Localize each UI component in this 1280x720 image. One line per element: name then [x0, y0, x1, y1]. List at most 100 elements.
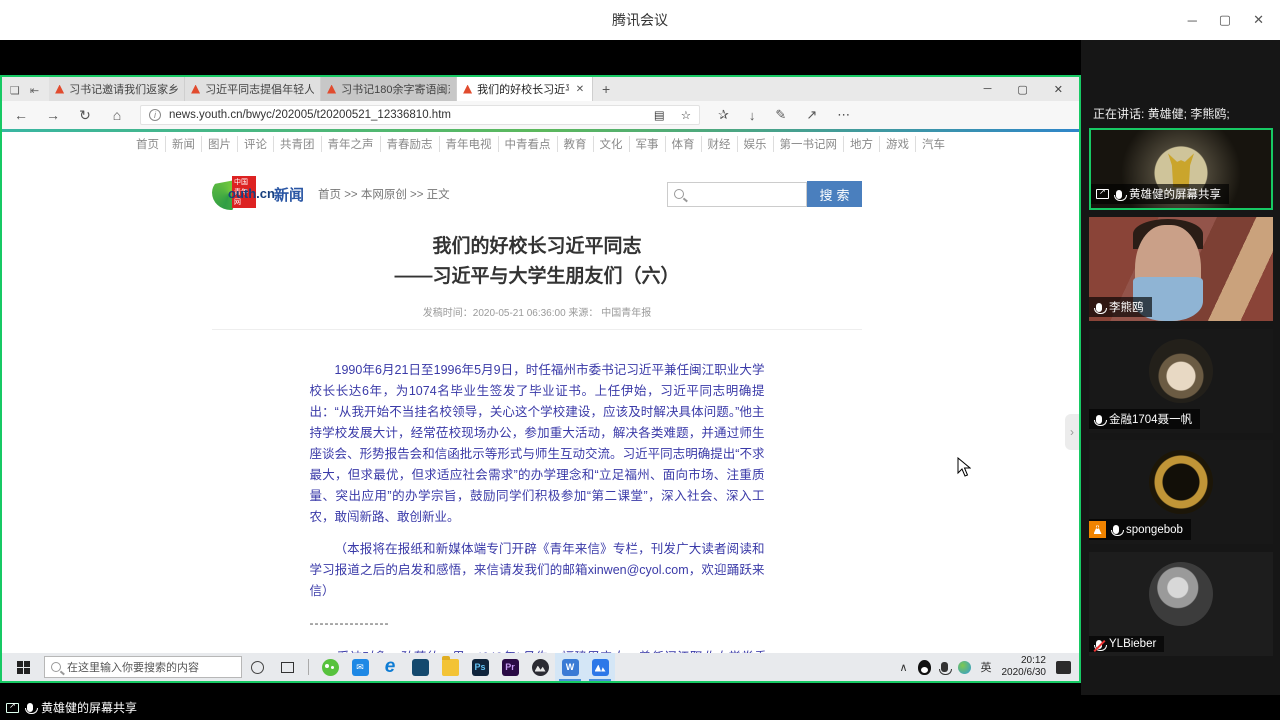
- favorite-star-icon[interactable]: ☆: [681, 108, 691, 122]
- nav-item[interactable]: 第一书记网: [773, 136, 844, 152]
- windows-logo-icon: [17, 661, 30, 674]
- premiere-app[interactable]: Pr: [495, 653, 525, 681]
- meeting-window-controls: ─ ▢ ✕: [1188, 0, 1272, 40]
- reading-mode-icon[interactable]: ▤: [654, 108, 665, 122]
- nav-item[interactable]: 文化: [593, 136, 629, 152]
- nav-item[interactable]: 娱乐: [737, 136, 773, 152]
- mic-icon: [1113, 525, 1119, 534]
- participant-label: 金融1704聂一帆: [1089, 409, 1200, 429]
- webpage: 首页 新闻 图片 评论 共青团 青年之声 青春励志 青年电视 中青看点 教育 文…: [2, 129, 1079, 657]
- youthcn-logo[interactable]: 中国青年网 outh.cn: [212, 176, 256, 212]
- qq-icon[interactable]: [918, 660, 931, 675]
- minimize-icon[interactable]: ─: [1188, 13, 1197, 28]
- cortana-button[interactable]: [242, 653, 272, 681]
- nav-item[interactable]: 新闻: [165, 136, 201, 152]
- new-tab-button[interactable]: +: [593, 77, 619, 101]
- set-aside-tabs-icon[interactable]: ❏: [10, 84, 20, 97]
- participant-tile[interactable]: spongebob: [1089, 440, 1273, 544]
- more-options-icon[interactable]: ⋯: [837, 107, 850, 123]
- nav-item[interactable]: 图片: [201, 136, 237, 152]
- tab-favicon: [55, 85, 64, 94]
- browser-tab-2[interactable]: 习近平同志提倡年轻人要"自: [185, 77, 321, 101]
- home-icon[interactable]: ⌂: [108, 107, 126, 123]
- speaking-banner: 正在讲话: 黄雄健; 李熊鸥;: [1093, 105, 1230, 122]
- edge-icon: e: [385, 656, 396, 678]
- article-meta: 发稿时间：2020-05-21 06:36:00 来源： 中国青年报: [212, 304, 862, 330]
- taskbar-search-input[interactable]: 在这里输入你要搜索的内容: [44, 656, 242, 678]
- file-explorer-app[interactable]: [435, 653, 465, 681]
- nav-item[interactable]: 军事: [629, 136, 665, 152]
- browser-minimize-icon[interactable]: ─: [984, 83, 992, 95]
- search-button[interactable]: 搜索: [807, 181, 862, 207]
- search-icon: [674, 189, 684, 199]
- browser-tab-1[interactable]: 习书记邀请我们返家乡搞农: [49, 77, 185, 101]
- w-doc-app[interactable]: W: [555, 653, 585, 681]
- share-icon[interactable]: ↗: [806, 107, 817, 123]
- media-app[interactable]: [525, 653, 555, 681]
- ink-notes-icon[interactable]: ✎: [775, 107, 786, 123]
- nav-item[interactable]: 青年之声: [321, 136, 380, 152]
- address-bar[interactable]: i news.youth.cn/bwyc/202005/t20200521_12…: [140, 105, 700, 125]
- nav-item[interactable]: 地方: [843, 136, 879, 152]
- participant-name: 黄雄健的屏幕共享: [1129, 186, 1221, 202]
- forward-icon[interactable]: →: [44, 107, 62, 123]
- nav-item[interactable]: 教育: [557, 136, 593, 152]
- browser-close-icon[interactable]: ✕: [1054, 83, 1063, 96]
- screen-share-icon: [6, 703, 19, 713]
- nav-item[interactable]: 中青看点: [498, 136, 557, 152]
- cortana-icon: [251, 661, 264, 674]
- nav-item[interactable]: 青年电视: [439, 136, 498, 152]
- nav-item[interactable]: 青春励志: [380, 136, 439, 152]
- site-nav: 首页 新闻 图片 评论 共青团 青年之声 青春励志 青年电视 中青看点 教育 文…: [2, 132, 1079, 156]
- participant-name: YLBieber: [1109, 638, 1156, 650]
- nav-item[interactable]: 财经: [701, 136, 737, 152]
- nav-item[interactable]: 首页: [130, 136, 165, 152]
- url-text: news.youth.cn/bwyc/202005/t20200521_1233…: [169, 109, 451, 121]
- nav-item[interactable]: 游戏: [879, 136, 915, 152]
- participant-tile[interactable]: YLBieber: [1089, 552, 1273, 656]
- hub-favorites-icon[interactable]: ✰: [718, 107, 729, 123]
- browser-tab-3[interactable]: 习书记180余字寄语闽东大学: [321, 77, 457, 101]
- maximize-icon[interactable]: ▢: [1219, 12, 1231, 28]
- photoshop-app[interactable]: Ps: [465, 653, 495, 681]
- participant-tile[interactable]: 李熊鸥: [1089, 217, 1273, 321]
- tab-preview-icon[interactable]: ⇤: [30, 84, 39, 97]
- tray-expand-icon[interactable]: ∧: [899, 661, 907, 674]
- section-title[interactable]: 新闻: [274, 184, 304, 205]
- close-icon[interactable]: ✕: [1253, 12, 1264, 28]
- avatar: [1149, 450, 1213, 514]
- clock[interactable]: 20:12 2020/6/30: [1002, 655, 1047, 679]
- action-center-icon[interactable]: [1056, 661, 1071, 674]
- nav-item[interactable]: 体育: [665, 136, 701, 152]
- back-icon[interactable]: ←: [12, 107, 30, 123]
- mail-app[interactable]: ✉: [345, 653, 375, 681]
- sidebar-expander-chevron[interactable]: ›: [1065, 414, 1079, 450]
- tab-close-icon[interactable]: ✕: [574, 84, 586, 95]
- participant-tile-screenshare[interactable]: 黄雄健的屏幕共享: [1089, 128, 1273, 210]
- site-info-icon[interactable]: i: [149, 109, 161, 121]
- downloads-icon[interactable]: ↓: [749, 108, 756, 123]
- browser-maximize-icon[interactable]: ▢: [1017, 83, 1027, 96]
- participant-tile[interactable]: 金融1704聂一帆: [1089, 329, 1273, 433]
- wechat-app[interactable]: [315, 653, 345, 681]
- tab-tools: ❏ ⇤: [2, 84, 49, 101]
- store-app[interactable]: [405, 653, 435, 681]
- search-placeholder: 在这里输入你要搜索的内容: [67, 659, 199, 675]
- browser-tab-4-active[interactable]: 我们的好校长习近平同志 ✕: [457, 77, 593, 101]
- nav-item[interactable]: 汽车: [915, 136, 951, 152]
- input-method-icon[interactable]: [958, 661, 971, 674]
- nav-item[interactable]: 评论: [237, 136, 273, 152]
- search-input[interactable]: [667, 182, 807, 207]
- article-body: 1990年6月21日至1996年5月9日，时任福州市委书记习近平兼任闽江职业大学…: [310, 360, 765, 657]
- tencent-meeting-app[interactable]: [585, 653, 615, 681]
- breadcrumb[interactable]: 首页 >> 本网原创 >> 正文: [318, 186, 450, 202]
- refresh-icon[interactable]: ↻: [76, 107, 94, 124]
- start-button[interactable]: [2, 653, 44, 681]
- edge-app[interactable]: e: [375, 653, 405, 681]
- nav-item[interactable]: 共青团: [273, 136, 321, 152]
- tray-mic-icon[interactable]: [941, 662, 948, 672]
- task-view-button[interactable]: [272, 653, 302, 681]
- language-indicator[interactable]: 英: [981, 659, 992, 675]
- browser-toolbar-actions: ✰ ↓ ✎ ↗ ⋯: [718, 107, 850, 123]
- tab-favicon: [327, 85, 336, 94]
